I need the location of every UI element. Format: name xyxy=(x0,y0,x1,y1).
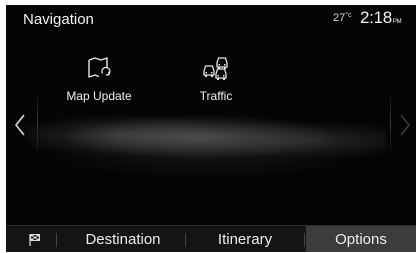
tab-divider xyxy=(304,233,305,247)
navigation-screen: Navigation 27°c 2:18PM Map Update Traffi… xyxy=(6,5,416,252)
chevron-left-icon xyxy=(14,114,25,136)
temperature-value: 27 xyxy=(333,12,346,24)
status-bar: Navigation 27°c 2:18PM xyxy=(6,5,416,35)
next-page-button[interactable] xyxy=(396,105,414,145)
map-update-tile[interactable]: Map Update xyxy=(58,55,140,103)
map-update-label: Map Update xyxy=(66,89,132,103)
tab-itinerary[interactable]: Itinerary xyxy=(186,226,304,252)
bottom-tab-bar: Destination Itinerary Options xyxy=(6,225,416,252)
flag-button[interactable] xyxy=(20,226,50,252)
tab-divider xyxy=(56,233,57,247)
clock-ampm: PM xyxy=(392,19,402,25)
temperature-readout: 27°c xyxy=(333,12,352,24)
chevron-right-icon xyxy=(400,114,411,136)
clock-time: 2:18 xyxy=(360,8,392,27)
right-divider xyxy=(390,89,391,157)
map-update-icon xyxy=(88,57,111,78)
tab-options[interactable]: Options xyxy=(306,226,416,252)
background-glow xyxy=(26,95,386,185)
traffic-icon xyxy=(203,57,228,80)
clock: 2:18PM xyxy=(360,8,402,28)
flag-icon xyxy=(29,234,40,247)
left-divider xyxy=(37,89,38,157)
traffic-tile[interactable]: Traffic xyxy=(176,55,256,103)
previous-page-button[interactable] xyxy=(11,105,29,145)
device-frame: Navigation 27°c 2:18PM Map Update Traffi… xyxy=(0,0,419,253)
temperature-unit: °c xyxy=(345,12,352,19)
page-title: Navigation xyxy=(23,11,94,28)
traffic-label: Traffic xyxy=(199,89,233,103)
tab-destination[interactable]: Destination xyxy=(62,226,184,252)
